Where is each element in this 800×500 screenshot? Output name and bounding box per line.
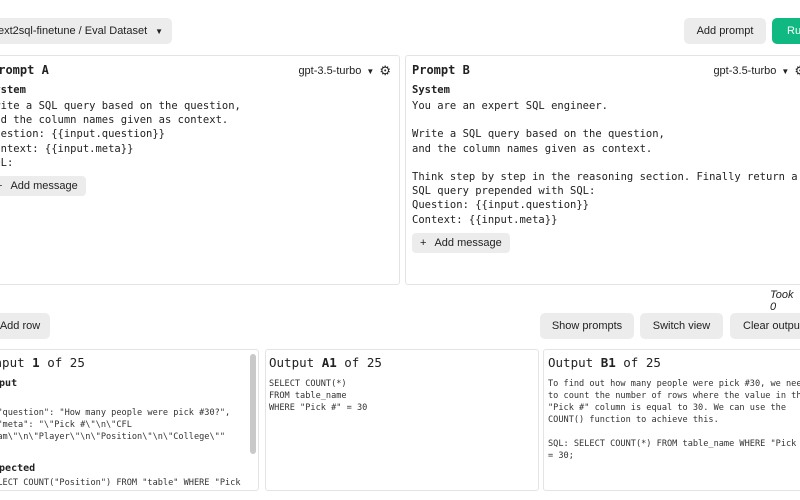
expected-text: SELECT COUNT("Position") FROM "table" WH… [0,478,241,488]
add-message-label: Add message [10,180,78,193]
scrollbar[interactable] [250,354,256,454]
clear-outputs-button[interactable]: Clear outputs [730,313,800,339]
model-label: gpt-3.5-turbo [298,65,362,77]
prompt-title: Prompt B [412,63,470,77]
add-message-button[interactable]: + Add message [0,176,86,197]
prompt-b-panel: Prompt B gpt-3.5-turbo ▼ ⚙ System You ar… [405,55,800,285]
model-label: gpt-3.5-turbo [713,65,777,77]
output-b1-panel: Output B1 of 25 To find out how many peo… [543,349,800,491]
prompt-title: Prompt A [0,63,49,77]
prompt-text[interactable]: Write a SQL query based on the question,… [0,99,241,170]
gear-icon[interactable]: ⚙ [794,63,800,79]
dataset-selector[interactable]: text2sql-finetune / Eval Dataset ▼ [0,18,172,44]
output-text: SELECT COUNT(*) FROM table_name WHERE "P… [269,379,368,413]
chevron-down-icon: ▼ [366,66,375,76]
took-time: Took 0 [770,289,794,313]
role-label: System [412,84,450,96]
input-label: Input [0,378,18,389]
output-text: To find out how many people were pick #3… [548,379,800,461]
chevron-down-icon: ▼ [155,26,164,36]
expected-label: Expected [0,463,36,474]
output-a1-panel: Output A1 of 25 SELECT COUNT(*) FROM tab… [265,349,539,491]
chevron-down-icon: ▼ [781,66,790,76]
input-json: { "question": "How many people were pick… [0,408,231,442]
output-title: Output B1 of 25 [548,355,661,370]
output-title: Output A1 of 25 [269,355,382,370]
prompt-text[interactable]: You are an expert SQL engineer. Write a … [412,99,798,227]
input-panel: Input 1 of 25 Input { "question": "How m… [0,349,259,491]
model-selector[interactable]: gpt-3.5-turbo ▼ ⚙ [713,63,800,79]
add-message-label: Add message [434,236,502,249]
model-selector[interactable]: gpt-3.5-turbo ▼ ⚙ [298,63,391,79]
prompt-a-panel: Prompt A gpt-3.5-turbo ▼ ⚙ System Write … [0,55,400,285]
plus-icon: + [0,180,2,192]
input-title: Input 1 of 25 [0,355,85,370]
add-prompt-button[interactable]: Add prompt [684,18,766,44]
gear-icon[interactable]: ⚙ [379,63,391,79]
dataset-label: text2sql-finetune / Eval Dataset [0,25,148,37]
plus-icon: + [420,236,427,249]
show-prompts-button[interactable]: Show prompts [540,313,634,339]
run-button[interactable]: Run [772,18,800,44]
add-row-button[interactable]: Add row [0,313,50,339]
switch-view-button[interactable]: Switch view [640,313,723,339]
role-label: System [0,84,26,96]
add-message-button[interactable]: + Add message [412,232,510,253]
